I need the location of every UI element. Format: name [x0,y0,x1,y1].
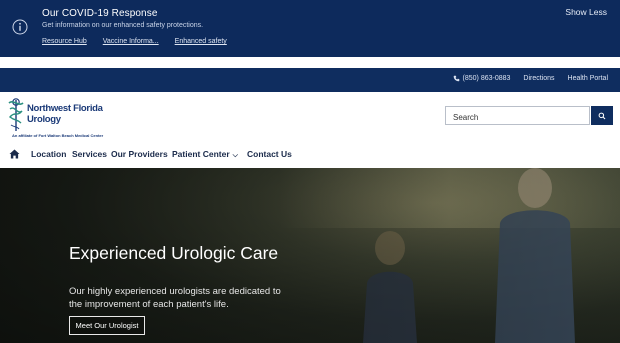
logo-line-2: Urology [27,114,61,125]
nav-patient-center[interactable]: Patient Center ⌵ [172,149,238,160]
utility-bar: (850) 863-0883 Directions Health Portal [0,68,620,92]
logo-line-1: Northwest Florida [27,103,103,114]
search-field[interactable] [445,106,590,126]
covid-banner: Our COVID-19 Response Get information on… [0,0,620,57]
nav-patient-center-label: Patient Center [172,149,230,159]
nav-our-providers[interactable]: Our Providers [111,149,168,159]
spacer [0,57,620,68]
logo[interactable]: Northwest Florida Urology An affiliate o… [7,97,107,141]
hero-description: Our highly experienced urologists are de… [69,286,281,310]
hero-section: Experienced Urologic Care Our highly exp… [0,168,620,343]
phone-link[interactable]: (850) 863-0883 [453,75,511,82]
chevron-down-icon: ⌵ [232,152,238,159]
resource-hub-link[interactable]: Resource Hub [42,38,87,45]
caduceus-logo-icon [8,98,24,131]
directions-link[interactable]: Directions [523,75,554,82]
enhanced-safety-link[interactable]: Enhanced safety [175,38,227,45]
covid-links: Resource Hub Vaccine Informa... Enhanced… [42,38,227,45]
info-icon [12,19,28,35]
home-icon[interactable] [9,149,20,159]
logo-tagline: An affiliate of Fort Walton Beach Medica… [12,133,104,138]
vaccine-info-link[interactable]: Vaccine Informa... [103,38,159,45]
hero-title: Experienced Urologic Care [69,243,279,263]
main-nav: Location Services Our Providers Patient … [0,144,620,168]
phone-icon [453,75,459,82]
health-portal-link[interactable]: Health Portal [568,75,608,82]
search-icon [598,112,606,119]
covid-subtitle: Get information on our enhanced safety p… [42,22,204,29]
nav-contact-us[interactable]: Contact Us [247,149,292,159]
search-input[interactable] [446,109,589,126]
search-button[interactable] [591,106,613,125]
nav-location[interactable]: Location [31,149,66,159]
covid-title: Our COVID-19 Response [42,8,158,19]
nav-services[interactable]: Services [72,149,107,159]
phone-number: (850) 863-0883 [462,75,511,82]
show-less-button[interactable]: Show Less [565,7,607,17]
meet-our-urologist-button[interactable]: Meet Our Urologist [69,316,145,335]
